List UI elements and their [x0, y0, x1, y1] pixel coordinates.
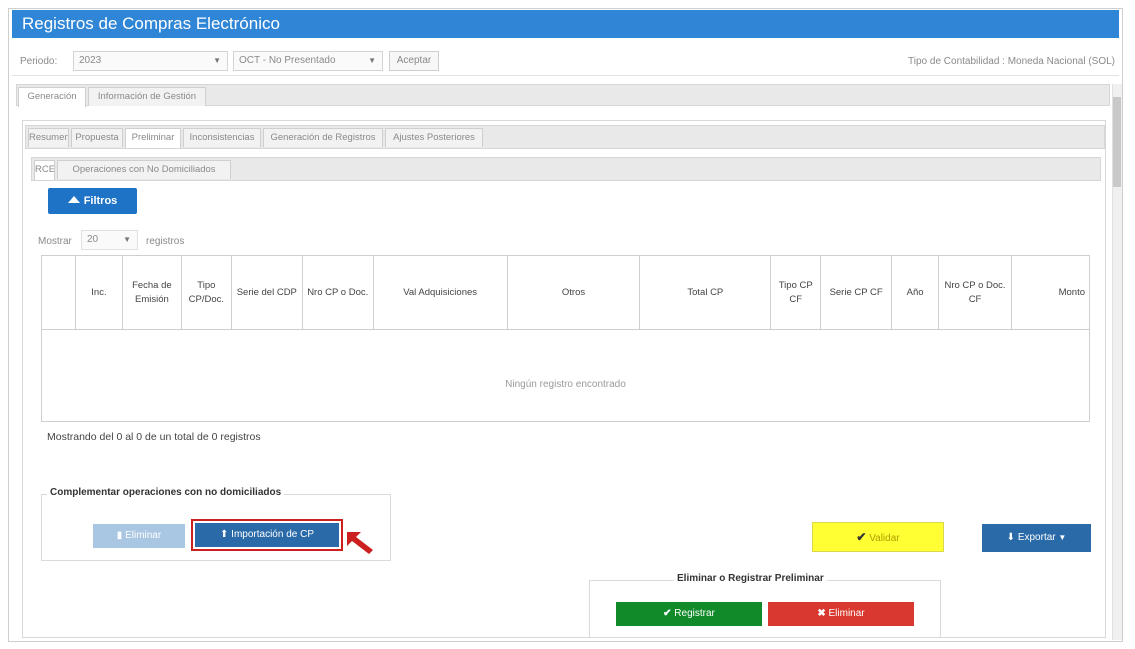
accept-button[interactable]: Aceptar [389, 51, 439, 71]
preliminar-title: Eliminar o Registrar Preliminar [674, 573, 827, 584]
inner-tabbar: RCE Operaciones con No Domiciliados [31, 157, 1101, 181]
col-header-monto[interactable]: Monto [1010, 255, 1091, 330]
divider [12, 75, 1119, 76]
upload-icon: ⬆ [220, 529, 229, 540]
delete-disabled-button[interactable]: ▮ Eliminar [93, 524, 185, 548]
import-cp-label: Importación de CP [231, 529, 314, 540]
col-header-nro-cp-cf[interactable]: Nro CP o Doc. CF [938, 255, 1012, 330]
import-cp-button[interactable]: ⬆ Importación de CP [195, 523, 339, 547]
month-select-value: OCT - No Presentado [239, 55, 336, 66]
tab-rce[interactable]: RCE [34, 160, 55, 180]
year-select-value: 2023 [79, 55, 102, 66]
tab-preliminar[interactable]: Preliminar [125, 128, 181, 148]
records-summary: Mostrando del 0 al 0 de un total de 0 re… [47, 431, 261, 443]
records-table: Inc. Fecha de Emisión Tipo CP/Doc. Serie… [41, 255, 1091, 330]
page-size-select[interactable]: 20 ▼ [81, 230, 138, 250]
periodo-label: Periodo: [20, 56, 58, 67]
validate-button[interactable]: ✔ Validar [812, 522, 944, 552]
year-select[interactable]: 2023 ▼ [73, 51, 228, 71]
contabilidad-text: Tipo de Contabilidad : Moneda Nacional (… [908, 56, 1115, 67]
chevron-down-icon: ▼ [1058, 533, 1067, 542]
empty-message: Ningún registro encontrado [505, 379, 626, 390]
col-header-serie-cp-cf[interactable]: Serie CP CF [820, 255, 893, 330]
tab-inconsistencias[interactable]: Inconsistencias [183, 128, 261, 147]
col-header-inc[interactable]: Inc. [74, 255, 123, 330]
delete-preliminar-label: Eliminar [828, 608, 865, 619]
table-header-row: Inc. Fecha de Emisión Tipo CP/Doc. Serie… [41, 255, 1091, 330]
main-tabbar: Generación Información de Gestión [16, 84, 1110, 107]
caret-up-icon [67, 196, 80, 203]
page-size-value: 20 [87, 234, 99, 245]
sub-tabbar: Resumen Propuesta Preliminar Inconsisten… [25, 125, 1105, 149]
table-body: Ningún registro encontrado [41, 329, 1090, 422]
check-icon: ✔ [856, 530, 867, 544]
col-header-val-adquisiciones[interactable]: Val Adquisiciones [372, 255, 508, 330]
tab-generacion[interactable]: Generación [18, 87, 86, 107]
records-label: registros [146, 236, 185, 247]
col-header-nro-cp[interactable]: Nro CP o Doc. [301, 255, 374, 330]
complement-title: Complementar operaciones con no domicili… [47, 487, 285, 498]
month-select[interactable]: OCT - No Presentado ▼ [233, 51, 383, 71]
chevron-down-icon: ▼ [368, 56, 376, 65]
validate-label: Validar [869, 533, 900, 544]
pointer-arrow-icon [347, 532, 373, 554]
col-header-tipo-cp-cf[interactable]: Tipo CP CF [770, 255, 822, 330]
col-header-fecha-emision[interactable]: Fecha de Emisión [121, 255, 182, 330]
delete-disabled-label: Eliminar [125, 530, 162, 541]
tab-informacion-gestion[interactable]: Información de Gestión [88, 87, 206, 106]
col-header-ano[interactable]: Año [891, 255, 940, 330]
close-icon: ✖ [817, 608, 826, 619]
tab-generacion-registros[interactable]: Generación de Registros [263, 128, 383, 147]
register-label: Registrar [674, 608, 715, 619]
filters-button[interactable]: Filtros [48, 188, 137, 214]
register-button[interactable]: ✔ Registrar [616, 602, 762, 626]
trash-icon: ▮ [116, 530, 123, 541]
col-header-tipo-cp[interactable]: Tipo CP/Doc. [180, 255, 232, 330]
export-label: Exportar [1017, 532, 1056, 543]
scrollbar-thumb[interactable] [1113, 97, 1121, 187]
show-label: Mostrar [38, 236, 72, 247]
chevron-down-icon: ▼ [123, 235, 131, 244]
tab-ajustes-posteriores[interactable]: Ajustes Posteriores [385, 128, 483, 147]
col-header-otros[interactable]: Otros [506, 255, 641, 330]
tab-resumen[interactable]: Resumen [28, 128, 69, 147]
col-header-serie-cdp[interactable]: Serie del CDP [230, 255, 303, 330]
tab-no-domiciliados[interactable]: Operaciones con No Domiciliados [57, 160, 231, 179]
check-icon: ✔ [663, 608, 672, 619]
download-icon: ⬇ [1006, 532, 1016, 543]
col-header-total-cp[interactable]: Total CP [639, 255, 772, 330]
export-button[interactable]: ⬇ Exportar ▼ [982, 524, 1091, 552]
filters-label: Filtros [83, 195, 118, 207]
col-header-select[interactable] [41, 255, 76, 330]
app-title: Registros de Compras Electrónico [12, 10, 1119, 38]
chevron-down-icon: ▼ [213, 56, 221, 65]
tab-propuesta[interactable]: Propuesta [71, 128, 123, 147]
delete-preliminar-button[interactable]: ✖ Eliminar [768, 602, 914, 626]
